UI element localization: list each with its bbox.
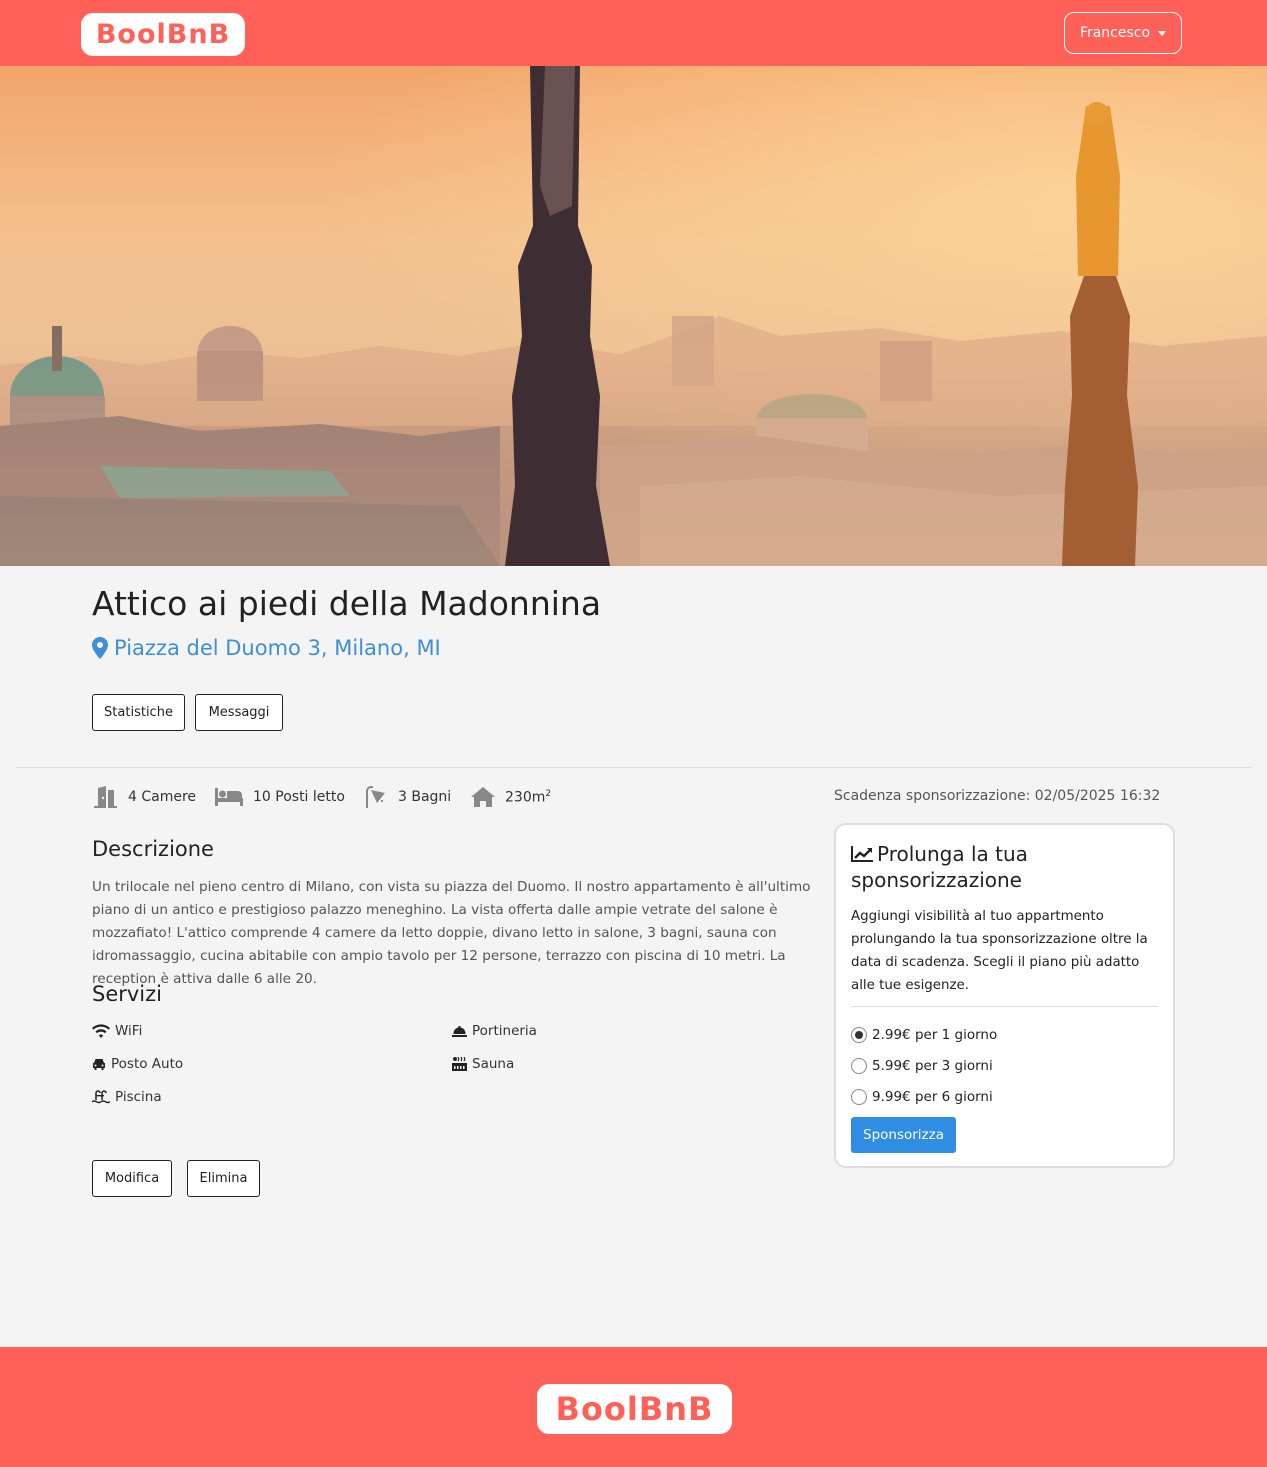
footer: BoolBnB bbox=[0, 1347, 1267, 1467]
wifi-icon bbox=[92, 1024, 110, 1038]
service-pool: Piscina bbox=[92, 1089, 162, 1105]
section-divider bbox=[15, 767, 1252, 768]
service-parking: Posto Auto bbox=[92, 1056, 183, 1072]
description-heading: Descrizione bbox=[92, 837, 214, 861]
feature-rooms: 4 Camere bbox=[92, 784, 196, 810]
service-label: Posto Auto bbox=[111, 1056, 184, 1072]
footer-logo[interactable]: BoolBnB bbox=[537, 1384, 732, 1434]
swimming-pool-icon bbox=[92, 1090, 110, 1104]
radio-button[interactable] bbox=[851, 1058, 867, 1074]
edit-button[interactable]: Modifica bbox=[92, 1160, 172, 1197]
radio-button[interactable] bbox=[851, 1027, 867, 1043]
baths-label: 3 Bagni bbox=[398, 789, 452, 805]
plan-label: 2.99€ per 1 giorno bbox=[872, 1027, 998, 1043]
service-label: Sauna bbox=[472, 1056, 515, 1072]
feature-beds: 10 Posti letto bbox=[215, 784, 345, 810]
plan-option-3[interactable]: 5.99€ per 3 giorni bbox=[851, 1058, 993, 1074]
user-menu-button[interactable]: Francesco bbox=[1064, 12, 1182, 54]
door-icon bbox=[94, 786, 117, 808]
caret-down-icon bbox=[1158, 30, 1167, 36]
rooms-label: 4 Camere bbox=[128, 789, 197, 805]
apartment-title: Attico ai piedi della Madonnina bbox=[92, 584, 602, 623]
concierge-bell-icon bbox=[452, 1026, 467, 1037]
description-text: Un trilocale nel pieno centro di Milano,… bbox=[92, 879, 811, 987]
sponsor-button[interactable]: Sponsorizza bbox=[851, 1117, 956, 1153]
feature-baths: 3 Bagni bbox=[364, 784, 451, 810]
service-portineria: Portineria bbox=[452, 1023, 537, 1039]
size-unit-exponent: 2 bbox=[545, 788, 552, 799]
messages-button[interactable]: Messaggi bbox=[195, 694, 283, 731]
plan-option-6[interactable]: 9.99€ per 6 giorni bbox=[851, 1089, 993, 1105]
service-label: WiFi bbox=[115, 1023, 143, 1039]
navbar: BoolBnB Francesco bbox=[0, 0, 1267, 66]
service-label: Piscina bbox=[115, 1089, 162, 1105]
service-label: Portineria bbox=[472, 1023, 537, 1039]
address-text: Piazza del Duomo 3, Milano, MI bbox=[114, 636, 441, 660]
feature-size: 230m2 bbox=[471, 784, 551, 810]
home-icon bbox=[471, 787, 495, 807]
plan-label: 9.99€ per 6 giorni bbox=[872, 1089, 993, 1105]
card-divider bbox=[851, 1006, 1158, 1007]
plan-label: 5.99€ per 3 giorni bbox=[872, 1058, 993, 1074]
statistics-button[interactable]: Statistiche bbox=[92, 694, 185, 731]
radio-button[interactable] bbox=[851, 1089, 867, 1105]
plan-option-1[interactable]: 2.99€ per 1 giorno bbox=[851, 1027, 997, 1043]
sponsorship-expiry: Scadenza sponsorizzazione: 02/05/2025 16… bbox=[834, 788, 1161, 804]
delete-button[interactable]: Elimina bbox=[187, 1160, 260, 1197]
services-heading: Servizi bbox=[92, 982, 163, 1006]
bed-icon bbox=[215, 788, 243, 806]
hot-tub-icon bbox=[452, 1057, 467, 1071]
card-title-text: Prolunga la tua sponsorizzazione bbox=[851, 842, 1028, 892]
sponsorship-card: Prolunga la tua sponsorizzazione Aggiung… bbox=[834, 823, 1175, 1168]
beds-label: 10 Posti letto bbox=[253, 789, 345, 805]
service-sauna: Sauna bbox=[452, 1056, 514, 1072]
card-title: Prolunga la tua sponsorizzazione bbox=[851, 841, 1151, 893]
chart-line-icon bbox=[851, 846, 873, 862]
map-marker-icon bbox=[92, 637, 108, 659]
apartment-address[interactable]: Piazza del Duomo 3, Milano, MI bbox=[92, 636, 441, 660]
brand-logo[interactable]: BoolBnB bbox=[81, 13, 245, 56]
user-name: Francesco bbox=[1079, 25, 1151, 41]
apartment-photo bbox=[0, 66, 1267, 566]
service-wifi: WiFi bbox=[92, 1023, 142, 1039]
shower-icon bbox=[366, 786, 385, 808]
size-label: 230m2 bbox=[505, 788, 552, 806]
car-icon bbox=[93, 1059, 105, 1070]
milan-skyline-illustration bbox=[0, 66, 1267, 566]
card-description: Aggiungi visibilità al tuo appartmento p… bbox=[851, 909, 1148, 993]
